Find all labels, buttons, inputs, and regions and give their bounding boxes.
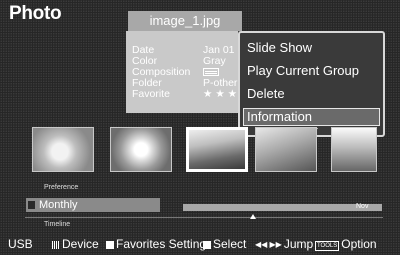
- menu-item-information[interactable]: Information: [243, 108, 380, 126]
- photo-thumbnail[interactable]: [331, 127, 377, 172]
- menu-item-slide-show[interactable]: Slide Show: [247, 39, 312, 57]
- tools-key-icon: TOOLS: [315, 241, 340, 251]
- option-hint: TOOLS Option: [315, 237, 377, 251]
- jump-arrows-icon: ◀◀ ▶▶: [255, 240, 282, 249]
- composition-icon: [203, 68, 219, 76]
- select-hint: Select: [203, 234, 246, 255]
- favorite-stars: ★ ★ ★: [203, 88, 238, 100]
- preference-value: Monthly: [39, 199, 78, 211]
- photo-browser-screen: Photo image_1.jpg Date Jan 01 : Color Gr…: [0, 0, 400, 255]
- select-key-icon: [203, 241, 211, 249]
- favorites-setting-hint: Favorites Setting: [106, 234, 206, 255]
- usb-label: USB: [8, 237, 33, 251]
- timeline-label: Timeline: [44, 221, 71, 228]
- info-value-color: Gray: [203, 55, 226, 67]
- favorites-key-icon: [106, 241, 114, 249]
- photo-thumbnail[interactable]: [255, 127, 317, 172]
- photo-thumbnail-selected[interactable]: [186, 127, 248, 172]
- status-bar: USB Device Favorites Setting Select ◀◀ ▶…: [0, 234, 400, 255]
- device-key-icon: [52, 241, 60, 249]
- jump-hint: ◀◀ ▶▶ Jump: [255, 237, 314, 251]
- info-row-favorite: Favorite ★ ★ ★: [132, 88, 238, 100]
- timeline-month: Nov: [356, 203, 369, 210]
- info-row-hidden: [132, 33, 236, 44]
- menu-item-delete[interactable]: Delete: [247, 85, 285, 103]
- photo-thumbnail[interactable]: [32, 127, 94, 172]
- info-label-favorite: Favorite: [132, 88, 170, 100]
- file-name-header: image_1.jpg: [128, 11, 242, 31]
- selector-indicator-icon: [28, 201, 35, 209]
- photo-thumbnail[interactable]: [110, 127, 172, 172]
- preference-label: Preference: [44, 184, 79, 191]
- divider: [25, 217, 383, 218]
- timeline-bar[interactable]: [183, 204, 382, 211]
- app-title: Photo: [9, 3, 62, 24]
- info-panel: Date Jan 01 : Color Gray Composition Fol…: [126, 31, 240, 113]
- menu-item-play-current-group[interactable]: Play Current Group: [247, 62, 359, 80]
- preference-selector[interactable]: Monthly: [26, 198, 160, 212]
- device-hint: Device: [52, 234, 99, 255]
- context-menu: Slide Show Play Current Group Delete Inf…: [238, 31, 385, 137]
- timeline-marker-icon[interactable]: [250, 214, 256, 219]
